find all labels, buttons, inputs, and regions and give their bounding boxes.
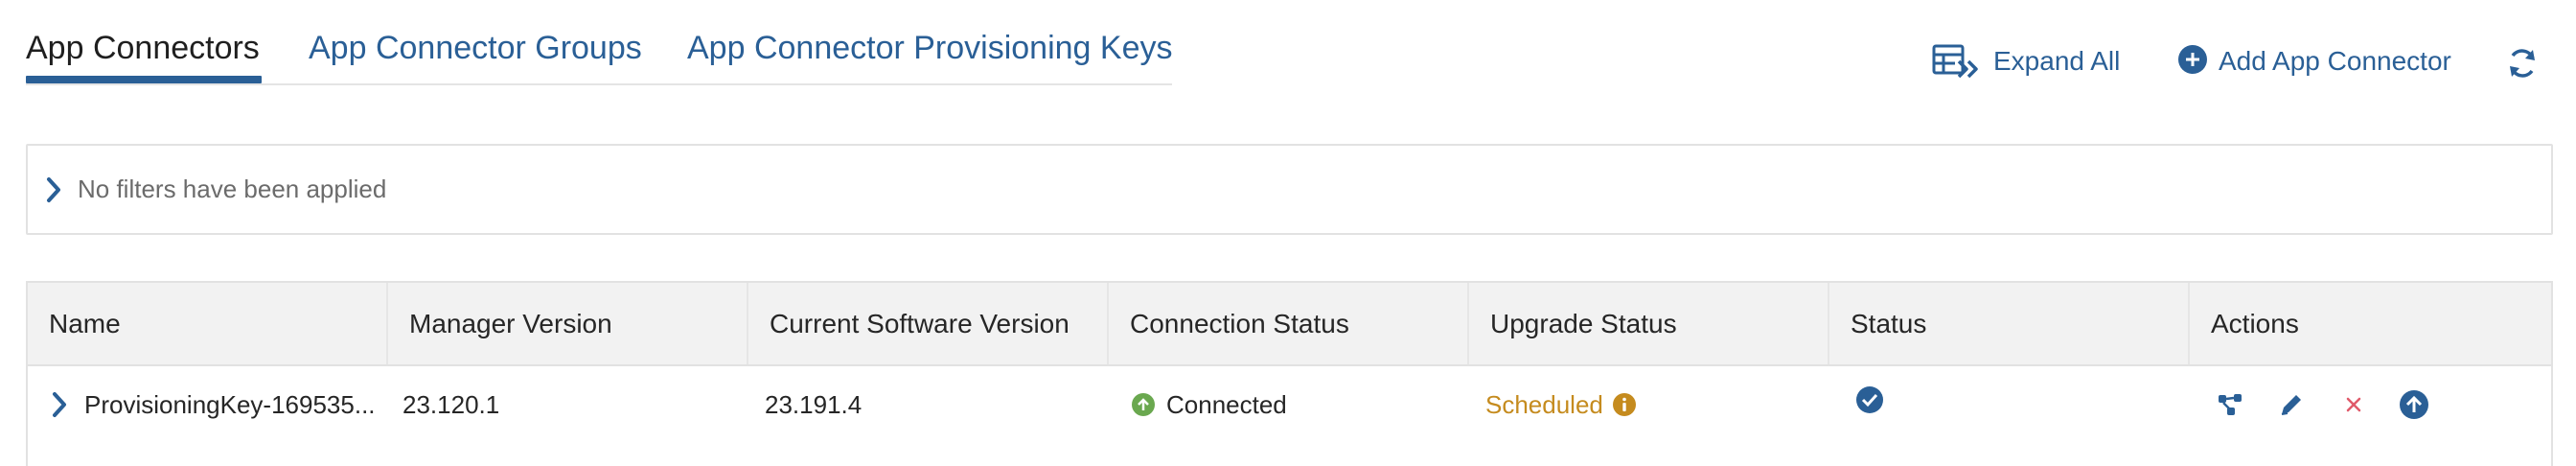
tab-app-connector-groups[interactable]: App Connector Groups [309, 27, 642, 69]
column-header-name[interactable]: Name [28, 283, 388, 364]
current-software-version: 23.191.4 [765, 389, 862, 419]
status-cell [1855, 366, 1884, 443]
column-header-connection-status[interactable]: Connection Status [1109, 283, 1469, 364]
tab-app-connector-provisioning-keys[interactable]: App Connector Provisioning Keys [687, 27, 1173, 69]
filter-bar[interactable]: No filters have been applied [26, 144, 2553, 235]
delete-icon [2344, 395, 2363, 419]
upgrade-button[interactable] [2397, 389, 2431, 424]
connector-name[interactable]: ProvisioningKey-169535... [84, 366, 376, 443]
expand-all-label: Expand All [1993, 46, 2121, 76]
app-connectors-table: Name Manager Version Current Software Ve… [26, 281, 2553, 466]
column-header-manager-version[interactable]: Manager Version [388, 283, 748, 364]
active-tab-indicator [26, 76, 262, 83]
upgrade-icon [2399, 389, 2429, 425]
row-expand-button[interactable] [51, 366, 72, 443]
filter-status-text: No filters have been applied [78, 175, 387, 203]
manager-version: 23.120.1 [402, 389, 500, 419]
arrow-up-circle-icon [1132, 393, 1155, 416]
upgrade-status-label: Scheduled [1485, 389, 1603, 419]
column-header-current-software-version[interactable]: Current Software Version [748, 283, 1109, 364]
diagram-button[interactable] [2214, 389, 2248, 424]
add-app-connector-label: Add App Connector [2219, 46, 2451, 76]
plus-circle-icon [2176, 45, 2209, 78]
chevron-right-icon [45, 174, 66, 206]
tab-bar: App Connectors App Connector Groups App … [26, 0, 1173, 85]
chevron-right-icon [51, 388, 72, 421]
check-circle-icon [1855, 385, 1884, 421]
expand-all-icon [1932, 42, 1984, 81]
edit-button[interactable] [2274, 389, 2309, 424]
refresh-icon [2505, 46, 2540, 81]
refresh-button[interactable] [2505, 36, 2540, 90]
column-header-actions: Actions [2211, 308, 2299, 338]
table-header: Name Manager Version Current Software Ve… [28, 283, 2551, 366]
connection-status-label: Connected [1166, 389, 1287, 419]
connection-status: Connected [1132, 366, 1287, 443]
tab-app-connectors[interactable]: App Connectors [26, 27, 260, 69]
info-icon[interactable] [1612, 393, 1636, 416]
edit-icon [2278, 391, 2305, 423]
upgrade-status: Scheduled [1485, 366, 1636, 443]
column-header-status[interactable]: Status [1829, 283, 2190, 364]
add-app-connector-button[interactable]: Add App Connector [2176, 35, 2451, 88]
column-header-upgrade-status[interactable]: Upgrade Status [1469, 283, 1829, 364]
diagram-icon [2217, 392, 2245, 422]
delete-button[interactable] [2336, 389, 2371, 424]
table-row: ProvisioningKey-169535... 23.120.1 23.19… [28, 366, 2551, 466]
expand-all-button[interactable]: Expand All [1932, 35, 2120, 88]
